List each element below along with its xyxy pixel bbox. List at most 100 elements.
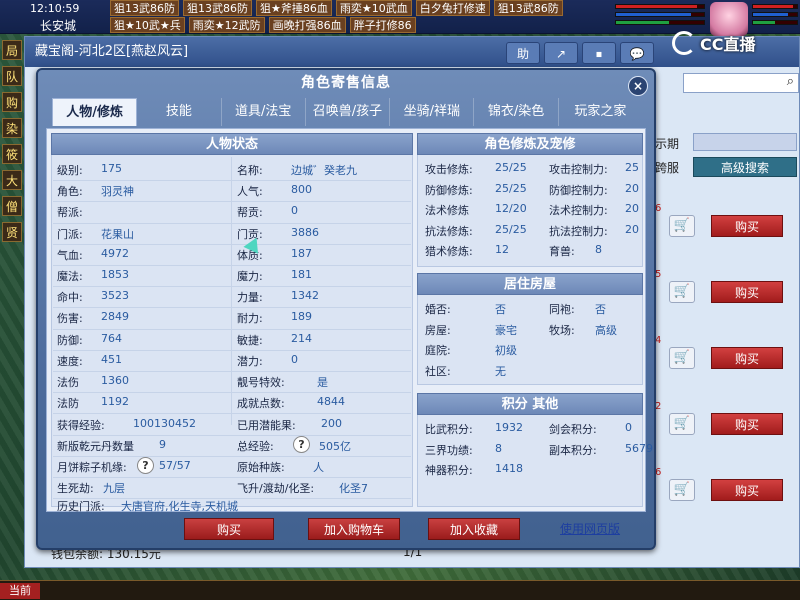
status-row-divider (53, 307, 411, 309)
cc-logo-icon (672, 31, 696, 55)
broadcast-item[interactable]: 狙13武86防 (110, 0, 179, 16)
status-label: 帮派: (57, 206, 83, 220)
broadcast-item[interactable]: 狙★10武★兵 (110, 17, 185, 33)
field-label: 防御控制力: (549, 183, 608, 197)
side-tag-item[interactable]: 染 (2, 118, 22, 138)
web-version-link[interactable]: 使用网页版 (560, 520, 620, 537)
field-label: 抗法修炼: (425, 224, 473, 238)
broadcast-item[interactable]: 胖子打修86 (349, 17, 416, 33)
cart-icon[interactable]: 🛒 (669, 413, 695, 435)
tab-item[interactable]: 技能 (137, 98, 222, 126)
status-value: 189 (291, 310, 312, 324)
status-row-divider (53, 180, 411, 182)
status-label: 法伤 (57, 376, 79, 389)
field-value: 25/25 (495, 181, 527, 195)
field-label: 法术修炼 (425, 204, 469, 217)
market-tool-button[interactable]: ⏹ (582, 42, 616, 64)
status-label: 魔法: (57, 270, 83, 283)
market-buy-button[interactable]: 购买 (711, 413, 783, 435)
status-label: 伤害: (57, 312, 83, 326)
cart-icon[interactable]: 🛒 (669, 215, 695, 237)
status-value: 175 (101, 162, 122, 175)
period-select[interactable] (693, 133, 797, 151)
side-tag-item[interactable]: 局 (2, 40, 22, 60)
fly-stage-label: 飞升/渡劫/化圣: (237, 482, 315, 495)
status-value: 3886 (291, 225, 319, 239)
field-value: 8 (595, 243, 602, 256)
field-label: 牧场: (549, 323, 575, 337)
status-row-divider (53, 371, 411, 372)
field-value: 5679 (625, 441, 653, 455)
side-tag-item[interactable]: 贤 (2, 222, 22, 242)
status-value: 181 (291, 268, 312, 281)
side-tag-item[interactable]: 筱 (2, 144, 22, 164)
tab-item[interactable]: 玩家之家 (559, 98, 642, 126)
market-row: 5 🛒 购买 (655, 263, 797, 329)
tab-item[interactable]: 锦衣/染色 (474, 98, 559, 126)
tab-item[interactable]: 坐骑/祥瑞 (390, 98, 475, 126)
tab-item[interactable]: 召唤兽/孩子 (306, 98, 391, 126)
broadcast-item[interactable]: 画晚打强86血 (268, 17, 346, 33)
field-value: 20 (625, 222, 639, 236)
mooncake-help-icon[interactable]: ? (137, 457, 154, 474)
side-tag-item[interactable]: 队 (2, 66, 22, 86)
tab-item[interactable]: 人物/修炼 (52, 98, 138, 126)
top-hud: 12:10:59 长安城 狙13武86防 狙13武86防 狙★斧捶86血 雨奕★10武… (0, 0, 800, 36)
total-exp-help-icon[interactable]: ? (293, 436, 310, 453)
field-label: 房屋: (425, 323, 451, 337)
field-value: 25 (625, 161, 639, 174)
status-label: 耐力: (237, 312, 263, 326)
side-tag-item[interactable]: 大 (2, 170, 22, 190)
market-tool-button[interactable]: ↗ (544, 42, 578, 64)
market-tool-button[interactable]: 助 (506, 42, 540, 64)
status-row-divider (53, 349, 411, 351)
add-to-cart-button[interactable]: 加入购物车 (308, 518, 400, 540)
broadcast-item[interactable]: 狙13武86防 (183, 0, 252, 16)
mooncake-label: 月饼粽子机缘: (57, 461, 127, 474)
status-label: 力量: (237, 291, 263, 305)
dialog-tabs: 人物/修炼 技能 道具/法宝 召唤兽/孩子 坐骑/祥瑞 锦衣/染色 玩家之家 (52, 98, 642, 126)
buy-button[interactable]: 购买 (184, 518, 274, 540)
status-value: 2849 (101, 310, 129, 324)
field-value: 12/20 (495, 202, 527, 215)
cart-icon[interactable]: 🛒 (669, 281, 695, 303)
status-label: 法防 (57, 397, 79, 411)
tab-item[interactable]: 道具/法宝 (222, 98, 306, 126)
search-icon[interactable]: ⌕ (787, 74, 794, 89)
market-buy-button[interactable]: 购买 (711, 347, 783, 369)
pet-exp-bar (752, 20, 798, 25)
advanced-search-button[interactable]: 高级搜索 (693, 157, 797, 177)
broadcast-item[interactable]: 狙13武86防 (493, 0, 563, 16)
current-city: 长安城 (40, 19, 77, 33)
market-buy-button[interactable]: 购买 (711, 479, 783, 501)
broadcast-item[interactable]: 狙★斧捶86血 (256, 0, 332, 16)
pet-hp-bar (752, 4, 798, 9)
broadcast-item[interactable]: 雨奕★10武血 (335, 0, 412, 16)
close-icon[interactable]: × (628, 76, 648, 96)
cart-icon[interactable]: 🛒 (669, 347, 695, 369)
broadcast-ticker: 狙13武86防 狙13武86防 狙★斧捶86血 雨奕★10武血 白夕兔打修速 狙13武86… (110, 0, 610, 34)
field-value: 无 (495, 364, 506, 378)
add-to-favorites-button[interactable]: 加入收藏 (428, 518, 520, 540)
side-tag-item[interactable]: 购 (2, 92, 22, 112)
status-row-divider (53, 222, 411, 224)
status-value: 187 (291, 246, 312, 260)
market-search-input[interactable]: ⌕ (683, 73, 799, 93)
field-value: 否 (495, 303, 506, 316)
used-potential-value: 200 (321, 417, 342, 430)
side-tag-item[interactable]: 僧 (2, 196, 22, 216)
pill-count-label: 新版乾元丹数量 (57, 440, 134, 453)
current-channel-tab[interactable]: 当前 (0, 583, 40, 599)
market-buy-button[interactable]: 购买 (711, 215, 783, 237)
game-clock: 12:10:59 (30, 2, 80, 15)
broadcast-item[interactable]: 雨奕★12武防 (188, 17, 265, 33)
market-buy-button[interactable]: 购买 (711, 281, 783, 303)
filter-label-period: 示期 (655, 137, 680, 151)
broadcast-item[interactable]: 白夕兔打修速 (415, 0, 490, 16)
status-label: 人气: (237, 185, 263, 199)
market-tool-button[interactable]: 💬 (620, 42, 654, 64)
field-value: 25/25 (495, 222, 527, 236)
field-label: 三界功绩: (425, 443, 473, 457)
cart-icon[interactable]: 🛒 (669, 479, 695, 501)
field-label: 防御修炼: (425, 183, 473, 197)
